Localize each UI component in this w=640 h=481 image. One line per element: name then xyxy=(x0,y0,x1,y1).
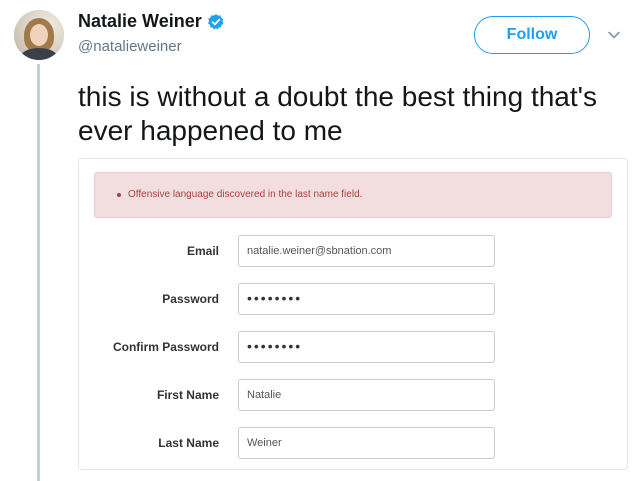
email-label: Email xyxy=(186,244,219,258)
chevron-down-icon[interactable] xyxy=(607,28,621,42)
error-alert: Offensive language discovered in the las… xyxy=(94,172,612,218)
tweet-media-screenshot[interactable]: Offensive language discovered in the las… xyxy=(78,158,628,470)
error-alert-item: Offensive language discovered in the las… xyxy=(117,189,362,200)
first-name-label: First Name xyxy=(156,388,219,402)
email-field[interactable]: natalie.weiner@sbnation.com xyxy=(238,235,495,267)
confirm-password-label: Confirm Password xyxy=(112,340,219,354)
author-handle[interactable]: @natalieweiner xyxy=(78,38,182,55)
first-name-field[interactable]: Natalie xyxy=(238,379,495,411)
author-name-row[interactable]: Natalie Weiner xyxy=(78,11,225,32)
tweet-text: this is without a doubt the best thing t… xyxy=(78,81,597,146)
verified-badge-icon xyxy=(207,13,224,29)
error-message: Offensive language discovered in the las… xyxy=(128,189,363,200)
form-row-email: Email natalie.weiner@sbnation.com xyxy=(79,235,629,267)
confirm-password-field[interactable]: •••••••• xyxy=(238,331,495,363)
form-row-confirm-password: Confirm Password •••••••• xyxy=(79,331,629,363)
thread-line xyxy=(37,64,40,481)
follow-button[interactable]: Follow xyxy=(474,16,590,54)
bullet-icon xyxy=(117,192,121,197)
last-name-field[interactable]: Weiner xyxy=(238,427,495,459)
form-row-password: Password •••••••• xyxy=(79,283,629,315)
password-field[interactable]: •••••••• xyxy=(238,283,495,315)
password-label: Password xyxy=(162,292,219,306)
avatar[interactable] xyxy=(14,10,64,60)
form-row-first-name: First Name Natalie xyxy=(79,379,629,411)
form-row-last-name: Last Name Weiner xyxy=(79,427,629,459)
last-name-label: Last Name xyxy=(158,436,219,450)
author-display-name[interactable]: Natalie Weiner xyxy=(78,11,202,32)
